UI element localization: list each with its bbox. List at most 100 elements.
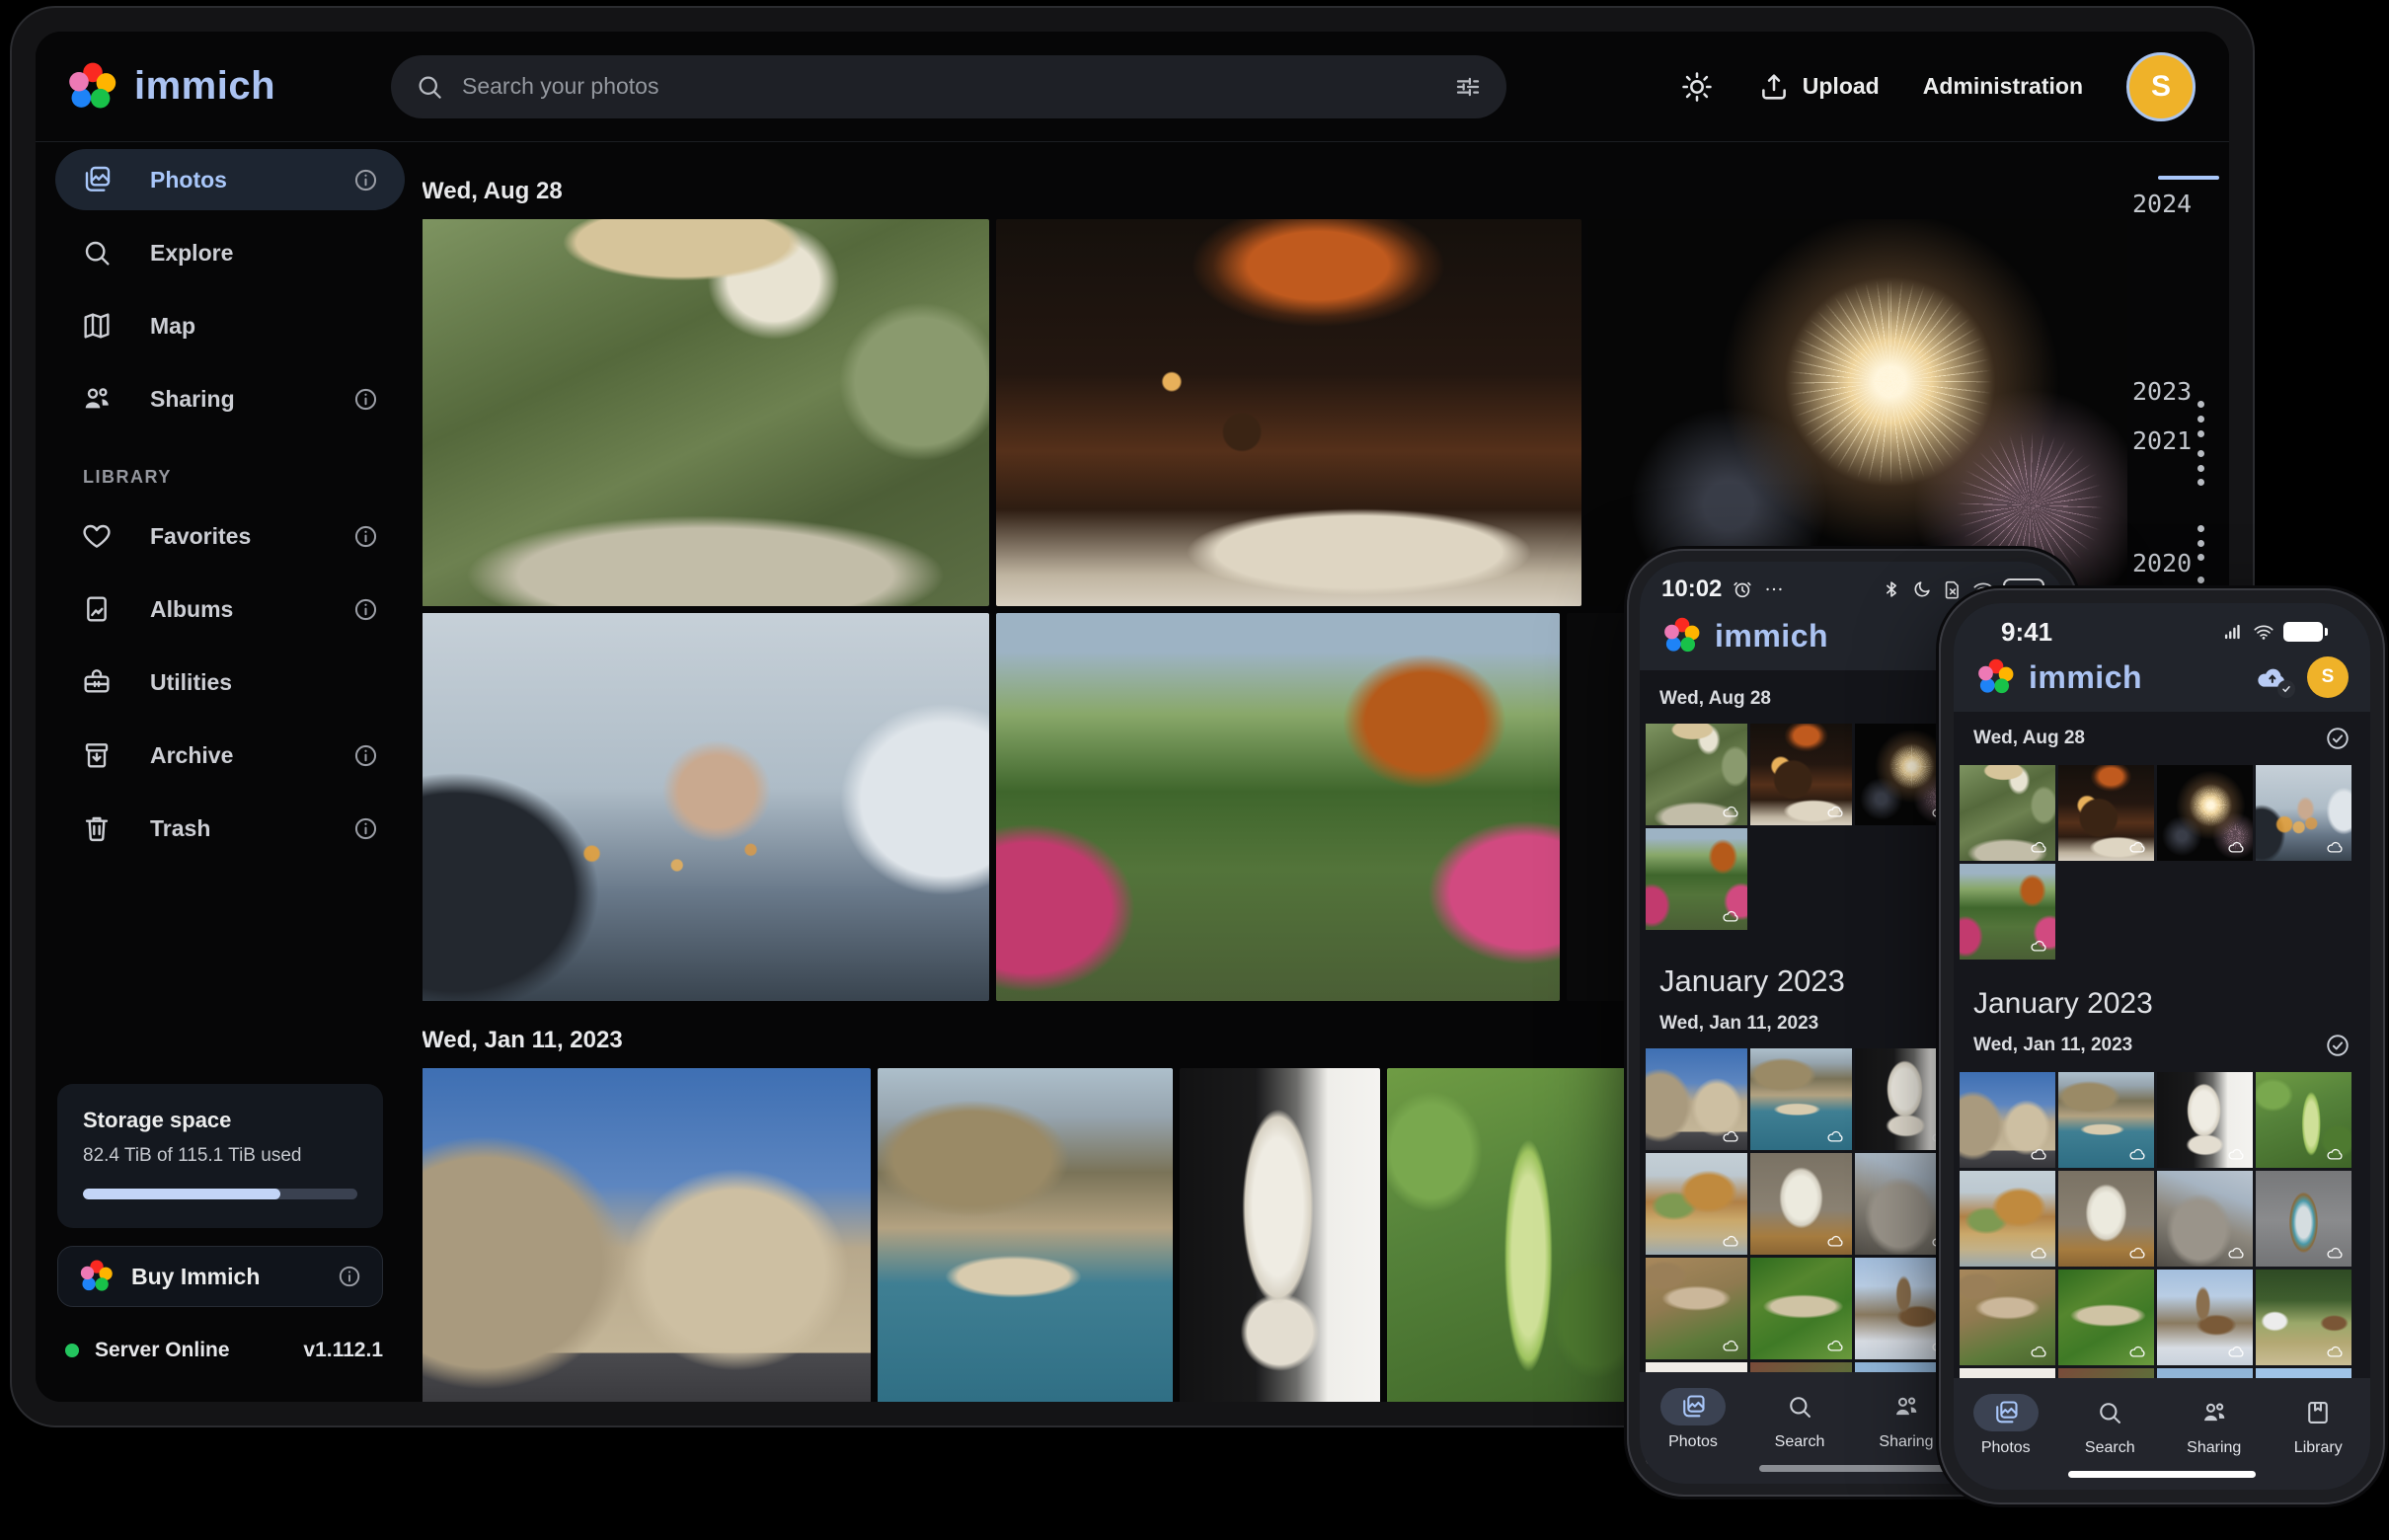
- photo-thumb-sculpt[interactable]: [1750, 1153, 1852, 1255]
- app-logo[interactable]: immich: [65, 59, 391, 115]
- map-icon: [81, 310, 113, 342]
- select-all-check-icon[interactable]: [2325, 726, 2350, 751]
- home-indicator[interactable]: [2068, 1471, 2256, 1478]
- photo-thumb-cliff[interactable]: [1960, 1171, 2055, 1267]
- cloud-sync-icon: [1720, 1337, 1741, 1354]
- sidebar-item-explore[interactable]: Explore: [55, 222, 405, 283]
- photo-plant[interactable]: [1387, 1068, 1631, 1402]
- photo-thumb-plant[interactable]: [2256, 1072, 2351, 1168]
- buy-immich-button[interactable]: Buy Immich: [57, 1246, 383, 1307]
- sidebar-item-map[interactable]: Map: [55, 295, 405, 356]
- timeline-year-2020[interactable]: 2020: [2132, 549, 2192, 578]
- sidebar-item-label: Favorites: [150, 523, 251, 550]
- info-icon[interactable]: [352, 167, 379, 193]
- theme-toggle-icon[interactable]: [1680, 70, 1714, 104]
- photo-thumb-sculpt[interactable]: [2058, 1171, 2154, 1267]
- bluetooth-icon: [1881, 578, 1902, 600]
- photo-thumb-dinner[interactable]: [1750, 724, 1852, 825]
- photo-autumn[interactable]: [996, 613, 1560, 1001]
- photo-thumb-autumn[interactable]: [1646, 828, 1747, 930]
- photo-thumb-fortress[interactable]: [1960, 1072, 2055, 1168]
- nav-tab-sharing[interactable]: Sharing: [2162, 1394, 2267, 1457]
- immich-flower-icon: [78, 1258, 116, 1295]
- nav-tab-search[interactable]: Search: [1746, 1388, 1853, 1451]
- sidebar-item-photos[interactable]: Photos: [55, 149, 405, 210]
- scrubber-handle[interactable]: [2158, 176, 2219, 180]
- photo-thumb-lizard2[interactable]: [1750, 1258, 1852, 1359]
- photo-fortress[interactable]: [422, 1068, 871, 1402]
- date-label: Wed, Aug 28: [1659, 688, 1771, 710]
- sidebar-item-favorites[interactable]: Favorites: [55, 505, 405, 567]
- photo-thumb-church[interactable]: [2157, 1270, 2253, 1365]
- sidebar-item-archive[interactable]: Archive: [55, 725, 405, 786]
- photo-bust[interactable]: [1180, 1068, 1380, 1402]
- photo-thumb-coast[interactable]: [1750, 1048, 1852, 1150]
- nav-tab-library[interactable]: Library: [2267, 1394, 2371, 1457]
- library-section-label: LIBRARY: [83, 467, 423, 488]
- home-indicator[interactable]: [1759, 1465, 1947, 1472]
- info-icon[interactable]: [352, 742, 379, 769]
- info-icon[interactable]: [337, 1264, 362, 1289]
- search-bar[interactable]: [391, 55, 1506, 118]
- timeline-year-2023[interactable]: 2023: [2132, 377, 2192, 406]
- photo-thumb-fireworks[interactable]: [2157, 765, 2253, 861]
- user-avatar[interactable]: S: [2307, 656, 2349, 698]
- search-input[interactable]: [462, 73, 1435, 100]
- photo-thumb-dinner[interactable]: [2058, 765, 2154, 861]
- photo-thumb-zoo[interactable]: [1960, 765, 2055, 861]
- photo-thumb-bust[interactable]: [2157, 1072, 2253, 1168]
- cloud-sync-icon: [1720, 907, 1741, 925]
- sidebar-item-albums[interactable]: Albums: [55, 578, 405, 640]
- photo-thumb-autumn[interactable]: [1960, 864, 2055, 960]
- photo-thumb-ornament[interactable]: [2256, 1171, 2351, 1267]
- nav-tab-label: Library: [2294, 1439, 2343, 1457]
- photo-thumb-farm[interactable]: [2256, 1270, 2351, 1365]
- photo-thumb-fortress[interactable]: [1646, 1048, 1747, 1150]
- server-status-row: Server Online v1.112.1: [65, 1339, 383, 1362]
- timeline-year-2024[interactable]: 2024: [2132, 190, 2192, 218]
- sidebar-item-label: Photos: [150, 167, 227, 193]
- administration-link[interactable]: Administration: [1923, 73, 2083, 100]
- photo-thumb-lizard2[interactable]: [2058, 1270, 2154, 1365]
- photo-thumb-lizard1[interactable]: [1960, 1270, 2055, 1365]
- sharing-icon: [1892, 1393, 1920, 1421]
- user-avatar[interactable]: S: [2126, 52, 2196, 121]
- sidebar-item-trash[interactable]: Trash: [55, 798, 405, 859]
- date-row: Wed, Jan 11, 2023: [1954, 1027, 2370, 1068]
- info-icon[interactable]: [352, 523, 379, 550]
- search-filters-icon[interactable]: [1453, 72, 1483, 102]
- sidebar-item-label: Archive: [150, 742, 233, 769]
- info-icon[interactable]: [352, 815, 379, 842]
- cloud-sync-icon: [1824, 1337, 1846, 1354]
- immich-flower-icon: [1661, 615, 1703, 656]
- nav-tab-photos[interactable]: Photos: [1640, 1388, 1746, 1451]
- timeline-year-2021[interactable]: 2021: [2132, 426, 2192, 455]
- photo-dinner[interactable]: [996, 219, 1581, 606]
- cloud-sync-icon: [1720, 1127, 1741, 1145]
- photo-thumb-wall[interactable]: [2157, 1171, 2253, 1267]
- photo-coast[interactable]: [878, 1068, 1173, 1402]
- photo-thumb-coast[interactable]: [2058, 1072, 2154, 1168]
- nav-tab-search[interactable]: Search: [2058, 1394, 2163, 1457]
- photo-thumb-zoo[interactable]: [1646, 724, 1747, 825]
- date-label: Wed, Jan 11, 2023: [1973, 1035, 2132, 1056]
- sidebar-item-sharing[interactable]: Sharing: [55, 368, 405, 429]
- cloud-sync-icon: [1720, 1232, 1741, 1250]
- storage-progress-fill: [83, 1189, 280, 1199]
- info-icon[interactable]: [352, 386, 379, 413]
- select-all-check-icon[interactable]: [2325, 1033, 2350, 1058]
- backup-cloud-icon[interactable]: [2252, 660, 2291, 694]
- search-icon: [81, 237, 113, 269]
- photo-hands[interactable]: [422, 613, 989, 1001]
- upload-button[interactable]: Upload: [1757, 70, 1880, 104]
- nav-tab-photos[interactable]: Photos: [1954, 1394, 2058, 1457]
- info-icon[interactable]: [352, 596, 379, 623]
- cloud-sync-icon: [2028, 838, 2049, 856]
- sidebar-item-utilities[interactable]: Utilities: [55, 652, 405, 713]
- photo-thumb-hands[interactable]: [2256, 765, 2351, 861]
- photo-thumb-cliff[interactable]: [1646, 1153, 1747, 1255]
- cloud-sync-icon: [2126, 1145, 2148, 1163]
- server-version: v1.112.1: [303, 1339, 383, 1362]
- photo-thumb-lizard1[interactable]: [1646, 1258, 1747, 1359]
- photo-zoo[interactable]: [422, 219, 989, 606]
